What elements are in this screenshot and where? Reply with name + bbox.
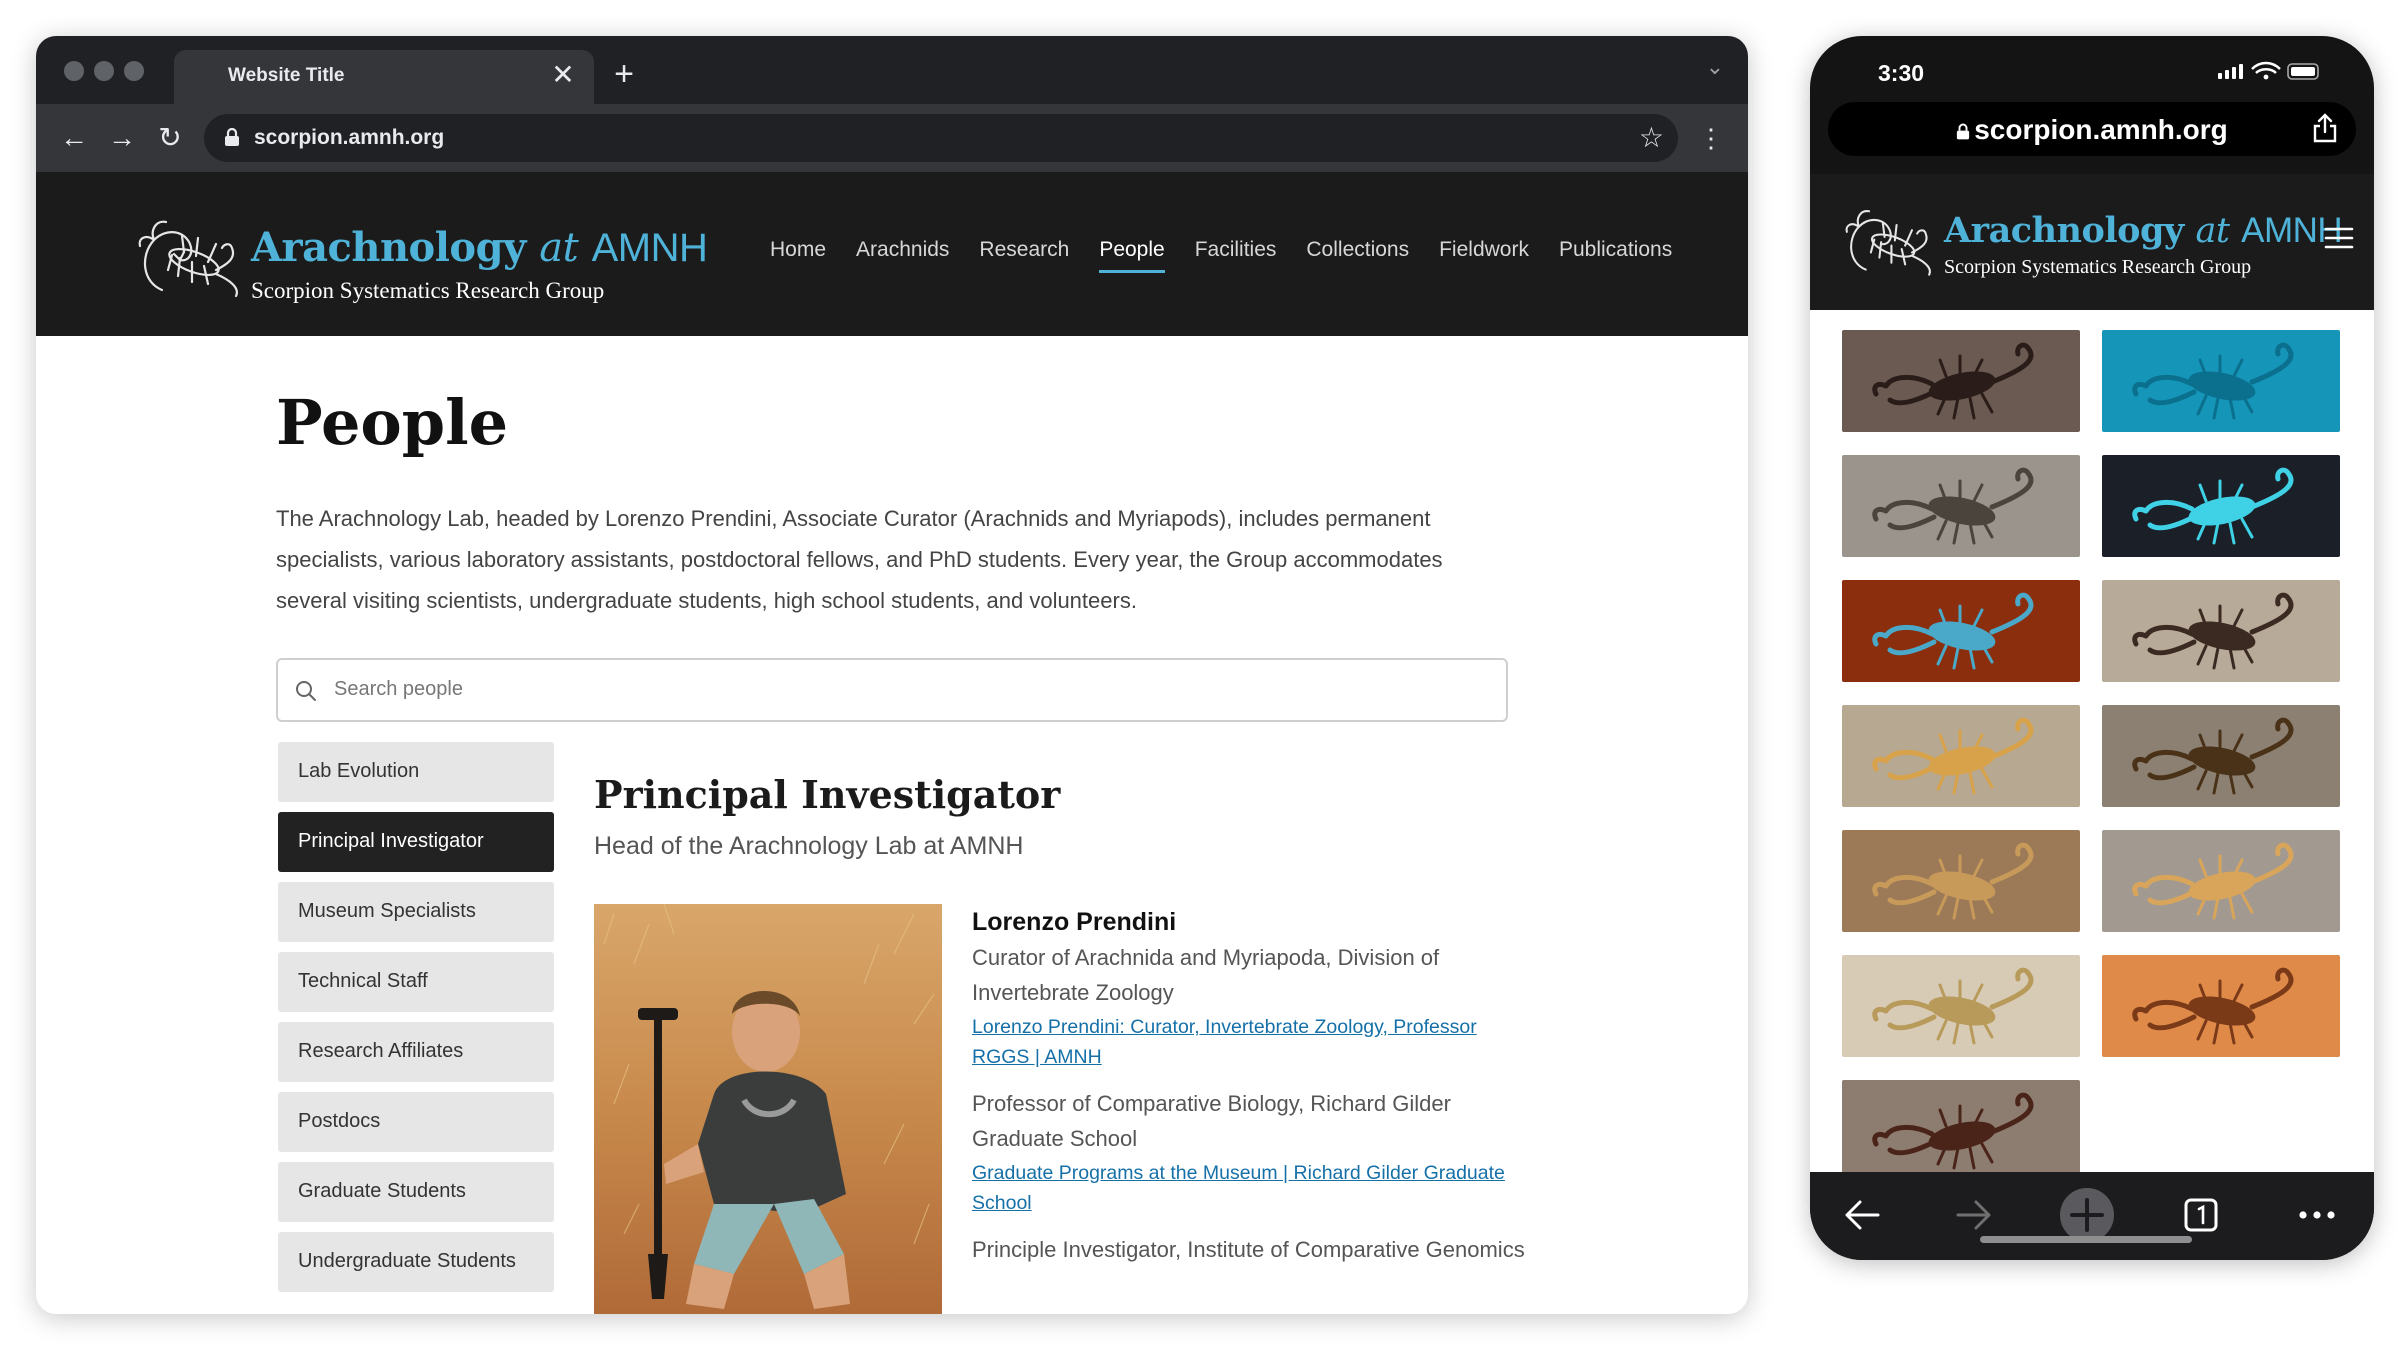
home-indicator bbox=[1980, 1236, 2192, 1243]
nav-research[interactable]: Research bbox=[979, 238, 1069, 273]
site-nav: Home Arachnids Research People Facilitie… bbox=[770, 238, 1672, 273]
status-time: 3:30 bbox=[1878, 60, 1925, 86]
forward-arrow-icon[interactable]: → bbox=[104, 120, 140, 156]
section-title: Principal Investigator bbox=[594, 772, 1061, 817]
nav-collections[interactable]: Collections bbox=[1306, 238, 1409, 273]
scorpion-photo-uv-cyan[interactable] bbox=[2102, 455, 2340, 557]
nav-home[interactable]: Home bbox=[770, 238, 826, 273]
photo-gallery bbox=[1810, 310, 2374, 1172]
sidebar-item-principal-investigator[interactable]: Principal Investigator bbox=[278, 812, 554, 872]
mobile-url-text: scorpion.amnh.org bbox=[1974, 114, 2228, 145]
person-name: Lorenzo Prendini bbox=[972, 908, 1177, 936]
mobile-phone: 3:30 scorpion.amnh.org Arachnology at AM… bbox=[1810, 36, 2374, 1260]
browser-tab[interactable]: Website Title ✕ bbox=[174, 50, 594, 104]
scorpion-photo-yellow-on-sand[interactable] bbox=[1842, 705, 2080, 807]
share-icon[interactable] bbox=[2312, 113, 2338, 143]
url-text: scorpion.amnh.org bbox=[254, 126, 445, 149]
tabs-count-icon[interactable] bbox=[2178, 1192, 2224, 1238]
scorpion-logo-icon[interactable] bbox=[132, 200, 244, 304]
hamburger-menu-icon[interactable] bbox=[2324, 226, 2354, 250]
scorpion-photo-tan-rocks[interactable] bbox=[1842, 830, 2080, 932]
scorpion-logo-icon[interactable] bbox=[1840, 192, 1936, 282]
sidebar-item-museum-specialists[interactable]: Museum Specialists bbox=[278, 882, 554, 942]
reload-icon[interactable]: ↻ bbox=[152, 120, 188, 156]
search-placeholder: Search people bbox=[334, 678, 463, 700]
tab-bar: Website Title ✕ + ⌄ bbox=[36, 36, 1748, 104]
lock-icon bbox=[225, 128, 239, 146]
position-link[interactable]: Graduate Programs at the Museum | Richar… bbox=[972, 1158, 1532, 1218]
logo-title-at: at bbox=[539, 225, 579, 271]
nav-people[interactable]: People bbox=[1099, 238, 1165, 273]
scorpion-photo-partial[interactable] bbox=[1842, 1080, 2080, 1172]
intro-paragraph: The Arachnology Lab, headed by Lorenzo P… bbox=[276, 506, 1443, 613]
new-tab-icon[interactable]: + bbox=[604, 54, 644, 94]
scorpion-photo-gray-sand[interactable] bbox=[1842, 455, 2080, 557]
site-header: Arachnology at AMNH Scorpion Systematics… bbox=[36, 172, 1748, 336]
mobile-logo-title-main: Arachnology bbox=[1944, 210, 2184, 251]
position-description: Principle Investigator, Institute of Com… bbox=[972, 1237, 1525, 1262]
scorpion-photo-brown-pincers[interactable] bbox=[2102, 705, 2340, 807]
sidebar-item-lab-evolution[interactable]: Lab Evolution bbox=[278, 742, 554, 802]
nav-fieldwork[interactable]: Fieldwork bbox=[1439, 238, 1529, 273]
sidebar-item-research-affiliates[interactable]: Research Affiliates bbox=[278, 1022, 554, 1082]
scorpion-photo-orange-on-sand[interactable] bbox=[2102, 955, 2340, 1057]
tab-title: Website Title bbox=[228, 65, 345, 86]
scorpion-photo-pale-on-sand[interactable] bbox=[1842, 955, 2080, 1057]
logo-title[interactable]: Arachnology at AMNH bbox=[251, 224, 708, 271]
forward-arrow-icon[interactable] bbox=[1950, 1192, 1996, 1238]
position-description: Professor of Comparative Biology, Richar… bbox=[972, 1091, 1451, 1151]
status-icons bbox=[2218, 61, 2319, 80]
browser-menu-icon[interactable]: ⋮ bbox=[1698, 120, 1724, 156]
bookmark-star-icon[interactable]: ☆ bbox=[1639, 121, 1664, 154]
tab-list-chevron-icon[interactable]: ⌄ bbox=[1706, 54, 1724, 80]
sidebar-item-graduate-students[interactable]: Graduate Students bbox=[278, 1162, 554, 1222]
sidebar-item-postdocs[interactable]: Postdocs bbox=[278, 1092, 554, 1152]
mobile-url: scorpion.amnh.org bbox=[1828, 114, 2356, 146]
sidebar-item-undergraduate-students[interactable]: Undergraduate Students bbox=[278, 1232, 554, 1292]
mobile-logo-title-at: at bbox=[2195, 211, 2230, 251]
scorpion-photo-tan-on-gray[interactable] bbox=[2102, 830, 2340, 932]
new-tab-plus-icon[interactable] bbox=[2060, 1188, 2114, 1242]
scorpion-photo-blue-on-red[interactable] bbox=[1842, 580, 2080, 682]
scorpion-photo-dark-on-sand[interactable] bbox=[2102, 580, 2340, 682]
window-maximize-dot[interactable] bbox=[124, 61, 144, 81]
portrait-photo bbox=[594, 904, 942, 1314]
browser-toolbar: ← → ↻ scorpion.amnh.org ☆ ⋮ bbox=[36, 104, 1748, 172]
nav-publications[interactable]: Publications bbox=[1559, 238, 1672, 273]
scorpion-photo-uv-blue[interactable] bbox=[2102, 330, 2340, 432]
nav-facilities[interactable]: Facilities bbox=[1195, 238, 1277, 273]
close-tab-icon[interactable]: ✕ bbox=[546, 58, 580, 92]
sidebar-item-technical-staff[interactable]: Technical Staff bbox=[278, 952, 554, 1012]
search-icon bbox=[296, 681, 316, 701]
mobile-logo-title[interactable]: Arachnology at AMNH bbox=[1944, 210, 2343, 251]
logo-title-main: Arachnology bbox=[251, 224, 526, 271]
scorpion-photo-dark-closeup[interactable] bbox=[1842, 330, 2080, 432]
lock-icon bbox=[1957, 123, 1970, 140]
window-minimize-dot[interactable] bbox=[94, 61, 114, 81]
window-close-dot[interactable] bbox=[64, 61, 84, 81]
logo-title-org: AMNH bbox=[591, 226, 708, 270]
mobile-site-header: Arachnology at AMNH Scorpion Systematics… bbox=[1810, 174, 2374, 310]
logo-subtitle: Scorpion Systematics Research Group bbox=[251, 278, 605, 303]
page-title: People bbox=[276, 386, 509, 459]
search-input[interactable]: Search people bbox=[276, 658, 1508, 722]
position-link[interactable]: Lorenzo Prendini: Curator, Invertebrate … bbox=[972, 1012, 1532, 1072]
nav-arachnids[interactable]: Arachnids bbox=[856, 238, 949, 273]
more-options-icon[interactable] bbox=[2294, 1192, 2340, 1238]
mobile-logo-subtitle: Scorpion Systematics Research Group bbox=[1944, 256, 2252, 278]
address-bar[interactable]: scorpion.amnh.org ☆ bbox=[204, 114, 1678, 162]
back-arrow-icon[interactable] bbox=[1840, 1192, 1886, 1238]
position-description: Curator of Arachnida and Myriapoda, Divi… bbox=[972, 945, 1440, 1005]
mobile-address-bar[interactable]: scorpion.amnh.org bbox=[1828, 102, 2356, 156]
mobile-bottom-toolbar bbox=[1810, 1172, 2374, 1260]
back-arrow-icon[interactable]: ← bbox=[56, 120, 92, 156]
section-subtitle: Head of the Arachnology Lab at AMNH bbox=[594, 832, 1024, 860]
desktop-browser-window: Website Title ✕ + ⌄ ← → ↻ scorpion.amnh.… bbox=[36, 36, 1748, 1314]
